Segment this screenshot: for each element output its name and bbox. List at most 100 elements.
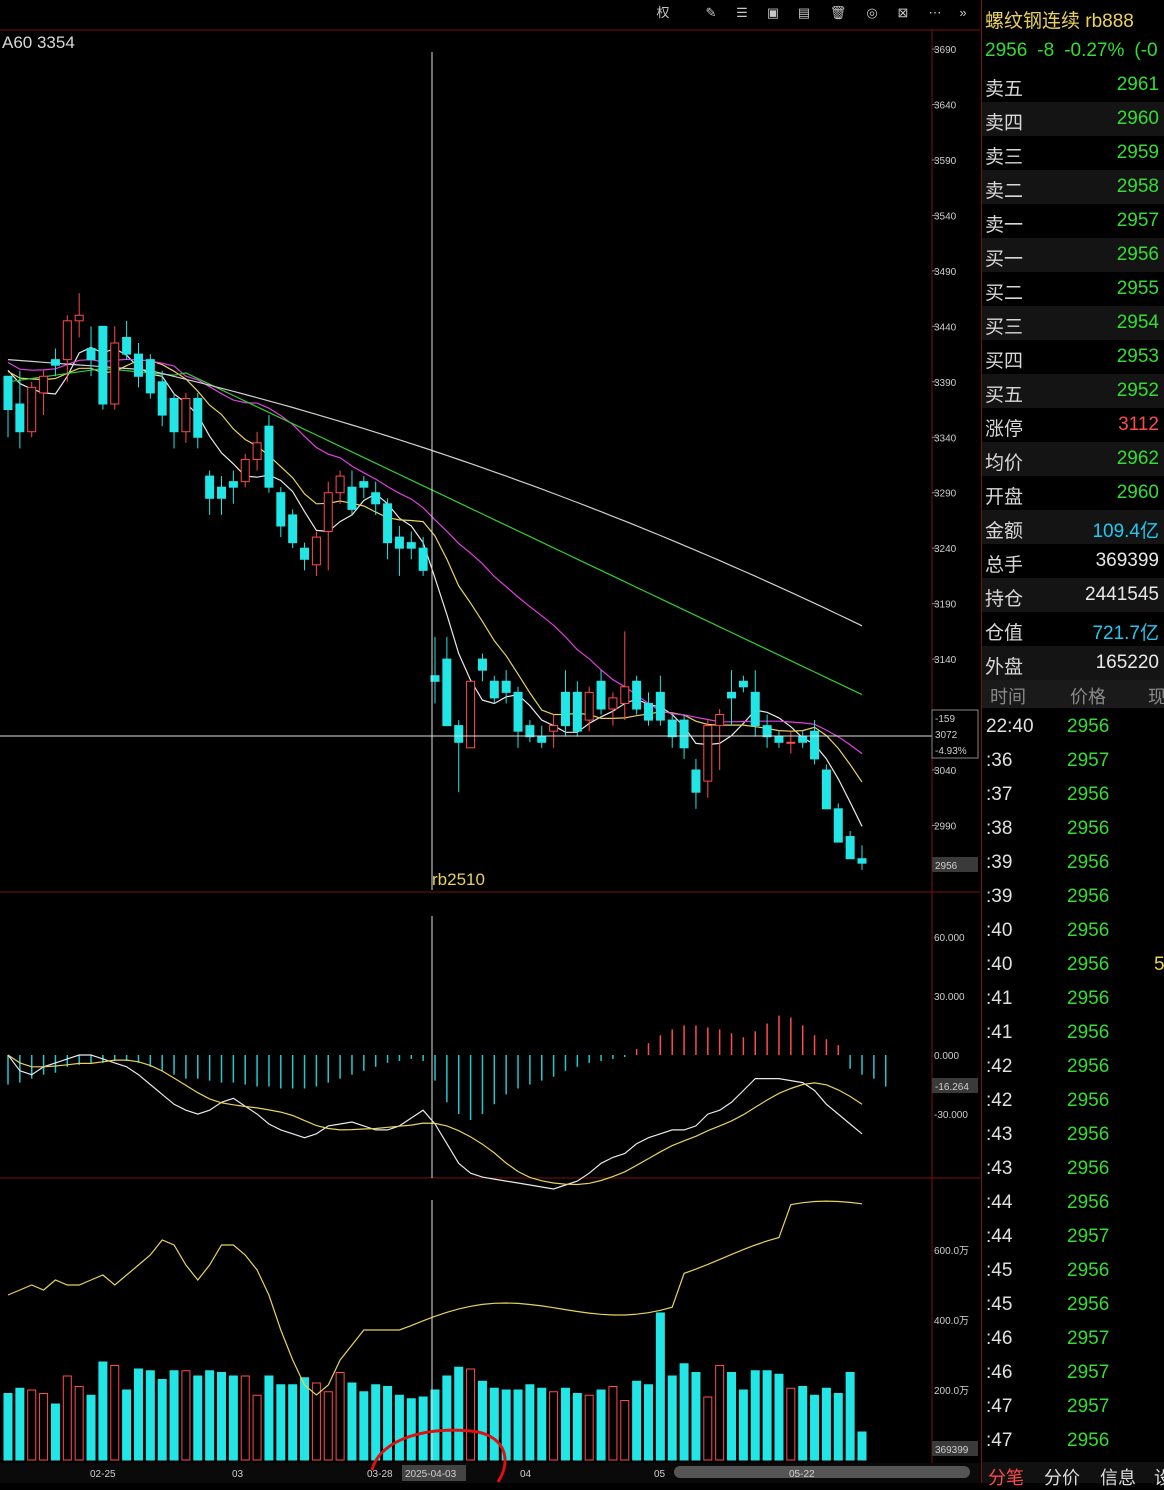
order-book-value: 2957	[1116, 210, 1159, 231]
candle-body	[703, 725, 713, 782]
volume-bar	[418, 1396, 428, 1461]
order-book-label: 卖五	[985, 79, 1024, 100]
contract-label: rb2510	[432, 870, 485, 889]
candle-body	[477, 658, 487, 671]
order-book-row: 买四 2953	[982, 340, 1164, 374]
volume-bar	[300, 1377, 310, 1461]
quote-line: 2956 -8 -0.27% (-0	[985, 40, 1164, 62]
price-tick-label: 3690	[934, 45, 957, 56]
order-book-label: 买三	[985, 317, 1024, 338]
tick-time: 22:40	[986, 716, 1034, 737]
tick-time: :47	[986, 1396, 1013, 1417]
tab-more[interactable]: 设	[1154, 1464, 1164, 1490]
volume-bar	[833, 1393, 843, 1461]
candle-body	[667, 719, 677, 738]
candle-body	[513, 691, 523, 732]
candle-body	[584, 691, 594, 721]
candlestick-series	[3, 293, 867, 870]
order-book-label: 涨停	[985, 419, 1024, 440]
tick-row: :47 2956	[982, 1424, 1164, 1458]
price-tick-label: 3190	[934, 600, 957, 611]
order-book-label: 仓值	[985, 623, 1024, 644]
volume-bar	[169, 1370, 179, 1461]
tick-row: :46 2957	[982, 1356, 1164, 1390]
volume-bar	[857, 1431, 867, 1461]
order-book-value: 2958	[1116, 176, 1159, 197]
volume-bar	[62, 1375, 72, 1461]
tick-header-volume: 现	[1148, 687, 1164, 707]
tick-row: :39 2956	[982, 846, 1164, 880]
tick-time: :47	[986, 1430, 1013, 1451]
volume-bar	[50, 1403, 60, 1461]
tab-price-dist[interactable]: 分价	[1044, 1464, 1080, 1490]
order-book-label: 金额	[985, 521, 1024, 542]
order-book-value: 2441545	[1085, 584, 1159, 605]
volume-bar	[98, 1361, 108, 1461]
tick-price: 2956	[1067, 1124, 1110, 1145]
volume-bar	[3, 1393, 13, 1461]
candle-body	[74, 314, 84, 322]
price-tick-label: 3290	[934, 489, 957, 500]
candle-body	[750, 691, 760, 727]
candle-body	[50, 359, 60, 366]
tab-info[interactable]: 信息	[1100, 1464, 1136, 1490]
order-book-row: 仓值 721.7亿	[982, 612, 1164, 646]
tick-price: 2956	[1067, 1260, 1110, 1281]
order-book-value: 2955	[1116, 278, 1159, 299]
price-change-pct-2: (-0	[1134, 40, 1158, 61]
volume-bar	[228, 1375, 238, 1461]
candle-body	[774, 736, 784, 743]
order-book-row: 卖四 2960	[982, 102, 1164, 136]
candle-body	[133, 353, 143, 377]
tick-price: 2956	[1067, 1022, 1110, 1043]
candle-body	[240, 458, 250, 483]
candle-body	[62, 320, 72, 361]
candle-body	[323, 492, 333, 533]
order-book-row: 卖二 2958	[982, 170, 1164, 204]
tick-time: :39	[986, 886, 1013, 907]
x-label-03: 03	[232, 1469, 244, 1480]
candle-body	[466, 680, 476, 749]
tick-row: :37 2956	[982, 778, 1164, 812]
volume-bar	[133, 1368, 143, 1461]
volume-bar	[810, 1394, 820, 1461]
tick-row: :39 2956	[982, 880, 1164, 914]
candle-body	[596, 680, 606, 710]
order-book-row: 均价 2962	[982, 442, 1164, 476]
chart-frame	[0, 29, 980, 1463]
tick-time: :46	[986, 1362, 1013, 1383]
candle-body	[454, 725, 464, 743]
candle-body	[169, 397, 179, 433]
candle-body	[228, 481, 238, 488]
tick-price: 2956	[1067, 886, 1110, 907]
tick-row: :42 2956	[982, 1084, 1164, 1118]
volume-bar	[252, 1394, 262, 1461]
tick-price: 2956	[1067, 920, 1110, 941]
candle-body	[833, 808, 843, 843]
order-book-label: 买四	[985, 351, 1024, 372]
macd-tick-label: 0.000	[934, 1051, 959, 1062]
scrollbar-thumb[interactable]	[674, 1466, 970, 1478]
tab-ticks[interactable]: 分笔	[988, 1464, 1024, 1490]
volume-bar	[738, 1389, 748, 1461]
volume-bar	[774, 1373, 784, 1461]
volume-bar	[371, 1384, 381, 1461]
candle-body	[406, 542, 416, 549]
volume-bar	[145, 1370, 155, 1461]
order-book-label: 卖二	[985, 181, 1024, 202]
x-label-crosshair-date: 2025-04-03	[405, 1469, 457, 1480]
candle-body	[276, 492, 286, 527]
price-tick-label: 3140	[934, 655, 957, 666]
kline-chart-area[interactable]: 3690 3640 3590 3540 3490 3440 3390 3340 3290 3240…	[0, 0, 980, 1483]
volume-bar	[359, 1391, 369, 1461]
order-book-row: 卖一 2957	[982, 204, 1164, 238]
volume-bar	[786, 1387, 796, 1461]
order-book-value: 2954	[1116, 312, 1159, 333]
order-book-row: 开盘 2960	[982, 476, 1164, 510]
candle-body	[418, 547, 428, 571]
volume-bar	[513, 1389, 523, 1461]
candle-body	[39, 375, 49, 394]
order-book-label: 外盘	[985, 657, 1024, 678]
crosshair-pct: -4.93%	[935, 746, 967, 757]
price-tick-label: 3640	[934, 101, 957, 112]
